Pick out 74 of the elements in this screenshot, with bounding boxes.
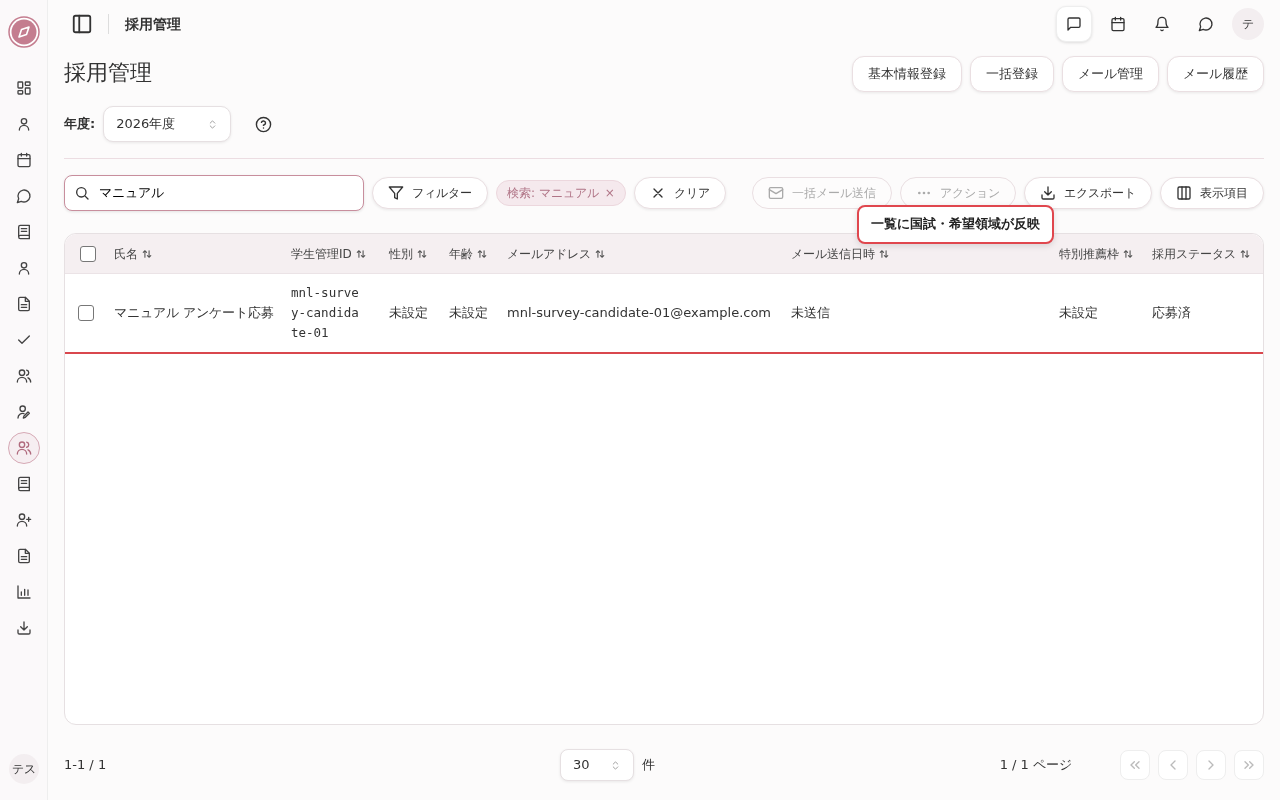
sort-icon — [1240, 248, 1250, 259]
action-button[interactable]: 基本情報登録 — [852, 56, 962, 92]
sort-icon — [417, 248, 427, 259]
sort-icon — [1123, 248, 1133, 259]
page-indicator: 1 / 1 ページ — [999, 756, 1072, 775]
download-icon — [15, 620, 32, 636]
user-avatar[interactable]: テ — [1232, 8, 1264, 40]
year-select[interactable]: 2026年度 — [103, 106, 232, 142]
logo-icon[interactable] — [7, 16, 40, 48]
table-cell-text: 未設定 — [1059, 304, 1099, 323]
clear-button[interactable]: クリア — [633, 177, 726, 209]
calendar-icon — [15, 152, 32, 168]
chat-icon — [15, 188, 32, 204]
book-icon — [15, 476, 32, 492]
book-icon — [15, 224, 32, 240]
toolbar-button[interactable] — [1056, 6, 1092, 42]
table-cell-text: mnl-survey-candidate-01 — [291, 284, 360, 342]
page-title: 採用管理 — [64, 60, 152, 87]
chevron-icon — [610, 760, 621, 772]
action-button[interactable]: メール管理 — [1062, 56, 1159, 92]
tooltip: 一覧に国試・希望領域が反映 — [857, 205, 1054, 244]
message-icon — [1066, 16, 1082, 32]
mail-icon — [768, 185, 784, 201]
result-range: 1-1 / 1 — [64, 756, 108, 775]
sort-icon — [355, 248, 366, 259]
chip-label: 検索: マニュアル — [507, 185, 599, 202]
filter-button[interactable]: フィルター — [372, 177, 488, 209]
panel-icon — [71, 13, 93, 35]
page-size-unit: 件 — [642, 756, 655, 775]
page-size-select[interactable]: 30 — [560, 749, 634, 781]
column-header[interactable]: 学生管理ID — [291, 244, 381, 263]
search-icon — [74, 185, 90, 201]
year-label: 年度: — [64, 115, 96, 134]
table-cell-text: 未設定 — [389, 304, 429, 323]
user-avatar[interactable]: テス — [8, 754, 39, 784]
chat-icon — [1198, 16, 1214, 32]
table-cell-text: 未設定 — [449, 304, 489, 323]
column-header[interactable]: 性別 — [389, 244, 441, 263]
table-cell-text: mnl-survey-candidate-01@example.com — [507, 304, 773, 323]
sort-icon — [142, 248, 152, 259]
table-cell-text: 未送信 — [791, 304, 831, 323]
column-header[interactable]: 年齢 — [449, 244, 499, 263]
document-icon — [15, 548, 32, 564]
help-icon — [255, 116, 273, 134]
sort-icon — [477, 248, 487, 259]
dashboard-icon — [15, 80, 32, 96]
action-button[interactable]: メール履歴 — [1167, 56, 1264, 92]
column-header[interactable]: 特別推薦枠 — [1059, 244, 1144, 263]
users-icon — [15, 440, 32, 456]
breadcrumb-title: 採用管理 — [125, 14, 181, 34]
calendar-icon — [1110, 16, 1126, 32]
filter-icon — [388, 185, 404, 201]
users-icon — [15, 368, 32, 384]
toolbar-button[interactable]: エクスポート — [1024, 177, 1152, 209]
user-plus-icon — [15, 512, 32, 528]
user-edit-icon — [15, 404, 32, 420]
table-cell-text: マニュアル アンケート応募 — [114, 304, 276, 323]
sort-icon — [879, 248, 889, 259]
table-cell-text: 応募済 — [1152, 304, 1192, 323]
column-header[interactable]: 採用ステータス — [1152, 244, 1263, 263]
action-button[interactable]: 一括登録 — [970, 56, 1054, 92]
select-all-checkbox[interactable] — [79, 245, 96, 262]
bell-icon — [1154, 16, 1170, 32]
document-icon — [15, 296, 32, 312]
search-field[interactable]: マニュアル — [64, 175, 364, 211]
download-icon — [1040, 185, 1056, 201]
row-checkbox[interactable] — [77, 305, 94, 321]
sort-icon — [595, 248, 605, 259]
column-header[interactable]: メール送信日時 — [791, 244, 1051, 263]
column-header[interactable]: 氏名 — [114, 244, 283, 263]
toolbar-button[interactable]: 表示項目 — [1160, 177, 1264, 209]
columns-icon — [1176, 185, 1192, 201]
bar-chart-icon — [15, 584, 32, 600]
column-header[interactable]: メールアドレス — [507, 244, 783, 263]
